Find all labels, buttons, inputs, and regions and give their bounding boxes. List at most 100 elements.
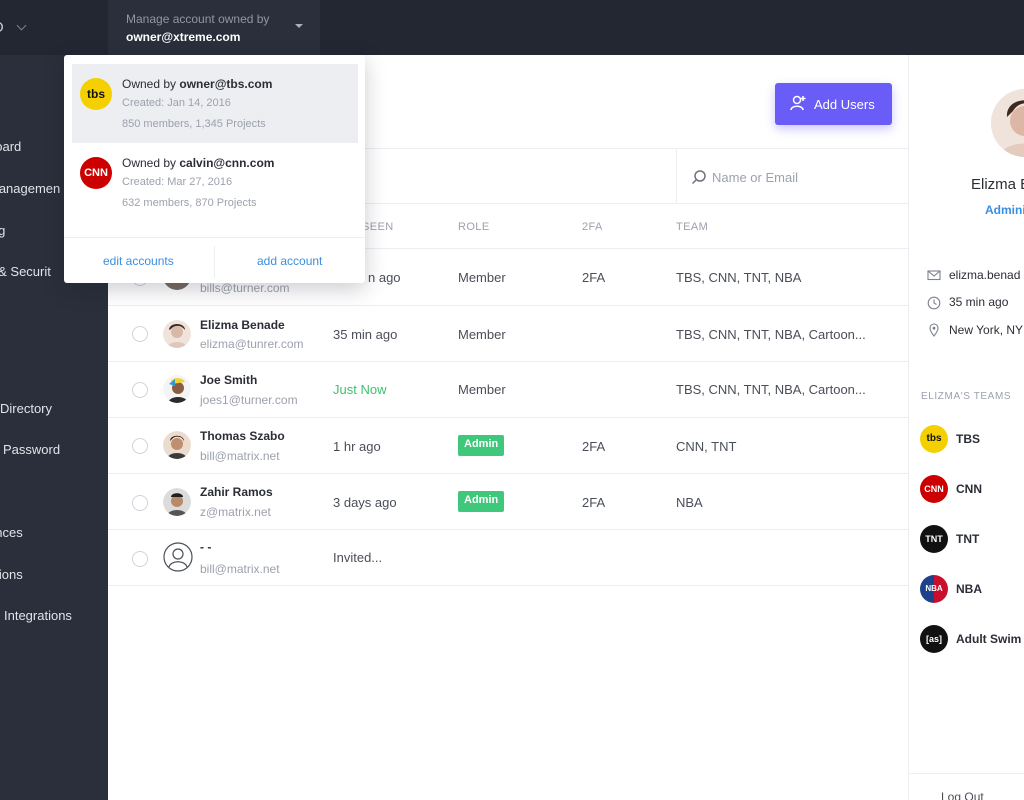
last-seen: 35 min ago (333, 327, 398, 342)
account-switcher-value: owner@xtreme.com (126, 30, 241, 44)
user-email: bill@matrix.net (200, 562, 280, 576)
avatar (163, 431, 191, 459)
column-header-team[interactable]: TEAM (676, 221, 708, 233)
row-select-radio[interactable] (132, 551, 148, 567)
user-placeholder-icon (163, 542, 193, 572)
divider (214, 246, 215, 278)
avatar (163, 375, 191, 403)
divider (676, 149, 677, 204)
user-teams: TBS, CNN, TNT, NBA, Cartoon... (676, 327, 866, 342)
row-select-radio[interactable] (132, 382, 148, 398)
last-seen: 3 days ago (333, 495, 397, 510)
user-name[interactable]: Thomas Szabo (200, 429, 285, 443)
user-teams: TBS, CNN, TNT, NBA (676, 270, 802, 285)
sidebar-item-preferences[interactable]: ences (0, 525, 23, 540)
row-select-radio[interactable] (132, 438, 148, 454)
account-created: Created: Mar 27, 2016 (122, 176, 233, 188)
tbs-logo: tbs (920, 425, 948, 453)
last-seen: n ago (368, 270, 401, 285)
edit-accounts-link[interactable]: edit accounts (103, 254, 174, 268)
two-factor-status: 2FA (582, 495, 606, 510)
search-input[interactable] (712, 165, 892, 189)
dropdown-footer: edit accounts add account (64, 237, 365, 283)
team-name[interactable]: TNT (956, 532, 979, 546)
profile-location: New York, NY (949, 323, 1024, 337)
sidebar-item-billing[interactable]: ing (0, 223, 5, 238)
teams-heading: ELIZMA'S TEAMS (921, 391, 1012, 402)
last-seen: Invited... (333, 550, 383, 565)
logout-button[interactable]: Log Out (941, 790, 984, 800)
user-email: bills@turner.com (200, 281, 290, 295)
add-users-button[interactable]: Add Users (775, 83, 892, 125)
two-factor-status: 2FA (582, 270, 606, 285)
two-factor-status: 2FA (582, 439, 606, 454)
sidebar-item-integrations[interactable]: Integrations (4, 608, 72, 623)
table-row[interactable]: Elizma Benade elizma@tunrer.com 35 min a… (108, 306, 908, 362)
sidebar-item-dashboard[interactable]: board (0, 139, 21, 154)
tnt-logo: TNT (920, 525, 948, 553)
owner-prefix: Owned by (122, 77, 180, 91)
adult-swim-logo: [as] (920, 625, 948, 653)
user-name[interactable]: - - (200, 540, 211, 554)
caret-down-icon[interactable] (295, 24, 303, 28)
column-header-role[interactable]: ROLE (458, 221, 490, 233)
user-name[interactable]: Elizma Benade (200, 318, 285, 332)
user-email: elizma@tunrer.com (200, 337, 304, 351)
account-option-tbs[interactable]: tbs Owned by owner@tbs.com Created: Jan … (72, 64, 358, 143)
profile-email[interactable]: elizma.benad (949, 268, 1020, 282)
row-select-radio[interactable] (132, 495, 148, 511)
row-select-radio[interactable] (132, 326, 148, 342)
app-logo[interactable]: O (0, 19, 4, 36)
add-users-label: Add Users (814, 97, 875, 112)
table-row[interactable]: Joe Smith joes1@turner.com Just Now Memb… (108, 362, 908, 418)
user-teams: NBA (676, 495, 703, 510)
profile-footer: Log Out (909, 773, 1024, 800)
sidebar-item-security[interactable]: s & Securit (0, 264, 51, 279)
account-owner: Owned by owner@tbs.com (122, 77, 272, 91)
account-dropdown: tbs Owned by owner@tbs.com Created: Jan … (64, 55, 365, 283)
search-icon (691, 170, 706, 185)
cnn-logo: CNN (920, 475, 948, 503)
column-header-seen[interactable]: SEEN (362, 221, 394, 233)
avatar (163, 488, 191, 516)
user-name[interactable]: Zahir Ramos (200, 485, 273, 499)
sidebar-item-password[interactable]: Password (3, 442, 60, 457)
admin-badge: Admin (458, 435, 505, 456)
clock-icon (927, 296, 941, 310)
add-account-link[interactable]: add account (257, 254, 322, 268)
team-name[interactable]: Adult Swim (956, 632, 1021, 646)
top-bar: O Manage account owned by owner@xtreme.c… (0, 0, 1024, 55)
table-row[interactable]: Zahir Ramos z@matrix.net 3 days ago Admi… (108, 474, 908, 530)
account-switcher[interactable]: Manage account owned by owner@xtreme.com (108, 0, 320, 55)
chevron-down-icon[interactable] (16, 20, 27, 31)
add-user-icon (790, 95, 806, 111)
owner-prefix: Owned by (122, 156, 180, 170)
team-name[interactable]: TBS (956, 432, 980, 446)
last-seen: 1 hr ago (333, 439, 381, 454)
user-teams: CNN, TNT (676, 439, 737, 454)
user-role: Member (458, 382, 506, 397)
team-name[interactable]: NBA (956, 582, 982, 596)
last-seen: Just Now (333, 382, 387, 397)
account-option-cnn[interactable]: CNN Owned by calvin@cnn.com Created: Mar… (72, 143, 358, 222)
column-header-2fa[interactable]: 2FA (582, 221, 603, 233)
user-teams: TBS, CNN, TNT, NBA, Cartoon... (676, 382, 866, 397)
nba-logo: NBA (920, 575, 948, 603)
profile-role[interactable]: Admini (985, 203, 1024, 217)
account-created: Created: Jan 14, 2016 (122, 97, 231, 109)
sidebar-item-notifications[interactable]: ations (0, 567, 23, 582)
user-name[interactable]: Joe Smith (200, 373, 257, 387)
location-pin-icon (929, 323, 939, 337)
sidebar-item-directory[interactable]: Directory (0, 401, 52, 416)
table-row[interactable]: - - bill@matrix.net Invited... (108, 530, 908, 586)
team-name[interactable]: CNN (956, 482, 982, 496)
account-counts: 850 members, 1,345 Projects (122, 118, 266, 130)
cnn-logo: CNN (80, 157, 112, 189)
owner-email: calvin@cnn.com (179, 156, 275, 170)
user-role: Member (458, 327, 506, 342)
account-owner: Owned by calvin@cnn.com (122, 156, 274, 170)
account-switcher-label: Manage account owned by (126, 12, 270, 26)
table-row[interactable]: Thomas Szabo bill@matrix.net 1 hr ago Ad… (108, 418, 908, 474)
user-email: joes1@turner.com (200, 393, 298, 407)
sidebar-item-management[interactable]: Managemen (0, 181, 60, 196)
